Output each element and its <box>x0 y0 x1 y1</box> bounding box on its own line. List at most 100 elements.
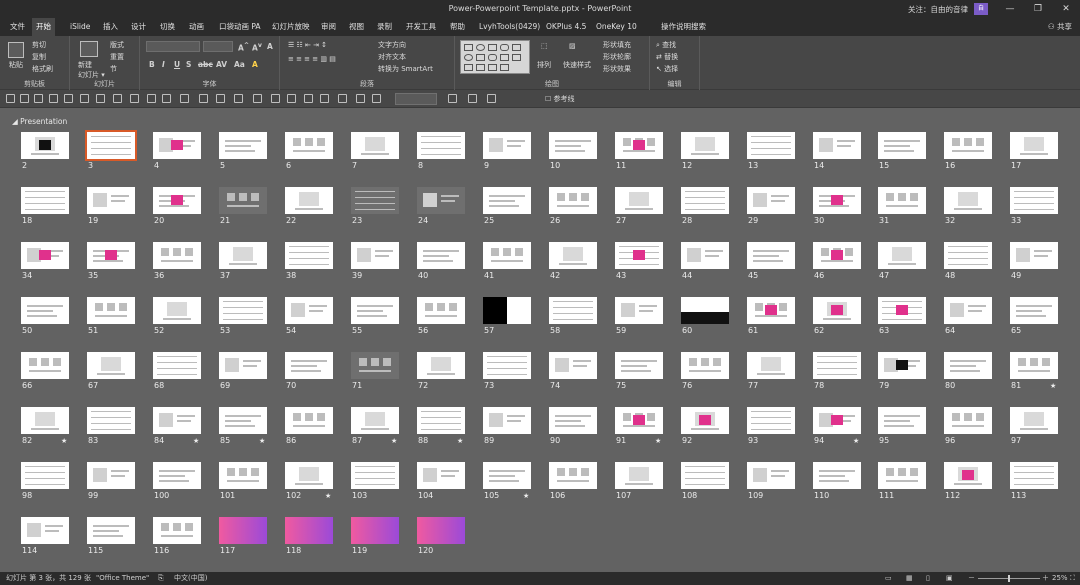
tab-12[interactable]: 开发工具 <box>406 18 436 36</box>
slide-thumbnail[interactable] <box>944 352 992 379</box>
quick-styles-button[interactable]: 快速样式 <box>563 60 591 70</box>
arrow-shape-icon[interactable] <box>500 54 509 61</box>
zoom-level[interactable]: 25% <box>1052 572 1068 585</box>
slide-thumbnail[interactable] <box>153 187 201 214</box>
slide-thumbnail[interactable] <box>747 242 795 269</box>
slide-thumbnail[interactable] <box>944 187 992 214</box>
tab-0[interactable]: 文件 <box>10 18 25 36</box>
slide-thumbnail[interactable] <box>417 462 465 489</box>
share-button[interactable]: ⚇ 共享 <box>1048 18 1072 36</box>
paste-icon[interactable] <box>8 42 24 58</box>
slide-thumbnail[interactable] <box>219 517 267 544</box>
spell-check-icon[interactable]: ⎘ <box>158 572 164 585</box>
bring-forward-icon[interactable] <box>130 94 139 103</box>
slide-thumbnail[interactable] <box>1010 242 1058 269</box>
shadow-button[interactable]: S <box>186 60 191 69</box>
slide-thumbnail[interactable] <box>87 517 135 544</box>
tab-16[interactable]: OneKey 10 <box>596 18 637 36</box>
slide-thumbnail[interactable] <box>878 242 926 269</box>
slide-thumbnail[interactable] <box>285 352 333 379</box>
slide-thumbnail[interactable] <box>944 132 992 159</box>
reset-button[interactable]: 重置 <box>110 52 124 62</box>
slide-thumbnail[interactable] <box>219 187 267 214</box>
undo-icon[interactable] <box>20 94 29 103</box>
slide-thumbnail[interactable] <box>153 242 201 269</box>
slide-thumbnail[interactable] <box>1010 297 1058 324</box>
highlight-icon[interactable] <box>468 94 477 103</box>
slide-thumbnail[interactable] <box>549 352 597 379</box>
user-label[interactable]: 关注：自由的音律 <box>908 4 968 15</box>
slide-thumbnail[interactable] <box>153 462 201 489</box>
zoom-out-button[interactable]: － <box>968 572 975 585</box>
slide-thumbnail[interactable] <box>944 462 992 489</box>
slide-thumbnail[interactable] <box>549 132 597 159</box>
arrow-icon[interactable] <box>448 94 457 103</box>
slide-thumbnail[interactable] <box>285 517 333 544</box>
slide-thumbnail[interactable] <box>21 407 69 434</box>
slide-thumbnail[interactable] <box>285 297 333 324</box>
zoom-slider-handle[interactable] <box>1008 575 1010 582</box>
shrink-font-button[interactable]: Av <box>252 42 262 53</box>
slide-thumbnail[interactable] <box>878 132 926 159</box>
slide-thumbnail[interactable] <box>615 242 663 269</box>
slide-thumbnail[interactable] <box>351 187 399 214</box>
language[interactable]: 中文(中国) <box>174 572 207 585</box>
cut-button[interactable]: 剪切 <box>32 40 46 50</box>
star-shape-icon[interactable] <box>476 64 485 71</box>
slide-thumbnail[interactable] <box>944 407 992 434</box>
arrange-icon[interactable]: ⬚ <box>541 42 548 50</box>
shape-effects-button[interactable]: 形状效果 <box>603 64 631 74</box>
slide-thumbnail[interactable] <box>813 297 861 324</box>
brace-shape-icon[interactable] <box>488 64 497 71</box>
oval-shape-icon[interactable] <box>464 54 473 61</box>
slide-thumbnail[interactable] <box>351 242 399 269</box>
slide-thumbnail[interactable] <box>1010 462 1058 489</box>
section-button[interactable]: 节 <box>110 64 117 74</box>
close-button[interactable]: ✕ <box>1052 0 1080 18</box>
slide-thumbnail[interactable] <box>153 352 201 379</box>
new-slide-button[interactable]: 新建 幻灯片 ▾ <box>78 60 105 80</box>
slide-thumbnail[interactable] <box>681 352 729 379</box>
rounded-rect-shape-icon[interactable] <box>500 44 509 51</box>
arrow-shape-icon[interactable] <box>512 54 521 61</box>
slide-thumbnail[interactable] <box>153 517 201 544</box>
slide-thumbnail[interactable] <box>87 297 135 324</box>
slide-thumbnail[interactable] <box>285 132 333 159</box>
font-color-button[interactable]: A <box>252 60 258 69</box>
char-spacing-button[interactable]: AV <box>216 60 227 69</box>
tab-2[interactable]: iSlide <box>70 18 90 36</box>
slide-thumbnail[interactable] <box>483 132 531 159</box>
slide-thumbnail[interactable] <box>615 187 663 214</box>
shape-icon[interactable] <box>64 94 73 103</box>
replace-button[interactable]: ⇄ 替换 <box>656 52 678 62</box>
slide-thumbnail[interactable] <box>813 132 861 159</box>
fill-icon[interactable] <box>162 94 171 103</box>
slide-thumbnail[interactable] <box>878 462 926 489</box>
slide-thumbnail[interactable] <box>681 407 729 434</box>
minimize-button[interactable]: — <box>996 0 1024 18</box>
section-header[interactable]: ◢ Presentation <box>12 117 67 126</box>
slide-thumbnail[interactable] <box>483 242 531 269</box>
slide-thumbnail[interactable] <box>21 462 69 489</box>
slide-thumbnail[interactable] <box>483 407 531 434</box>
slide-thumbnail[interactable] <box>219 462 267 489</box>
slide-thumbnail[interactable] <box>417 132 465 159</box>
shape-outline-button[interactable]: 形状轮廓 <box>603 52 631 62</box>
tab-6[interactable]: 动画 <box>189 18 204 36</box>
rounded-rect-shape-icon[interactable] <box>488 54 497 61</box>
underline-button[interactable]: U <box>174 60 180 69</box>
tab-14[interactable]: LvyhTools(0429) <box>479 18 540 36</box>
slide-thumbnail[interactable] <box>813 187 861 214</box>
slide-thumbnail[interactable] <box>285 242 333 269</box>
slide-thumbnail[interactable] <box>87 242 135 269</box>
table-icon[interactable] <box>287 94 296 103</box>
redo-icon[interactable] <box>34 94 43 103</box>
scale-icon[interactable] <box>338 94 347 103</box>
slide-thumbnail[interactable] <box>878 297 926 324</box>
align-icons[interactable]: ≡ ≡ ≡ ≡ ▥ ▤ <box>288 55 336 63</box>
slide-thumbnail[interactable] <box>549 297 597 324</box>
paste-button[interactable]: 粘贴 <box>9 60 23 70</box>
qat-combobox[interactable] <box>395 93 437 105</box>
bold-button[interactable]: B <box>149 60 155 69</box>
oval-shape-icon[interactable] <box>476 44 485 51</box>
